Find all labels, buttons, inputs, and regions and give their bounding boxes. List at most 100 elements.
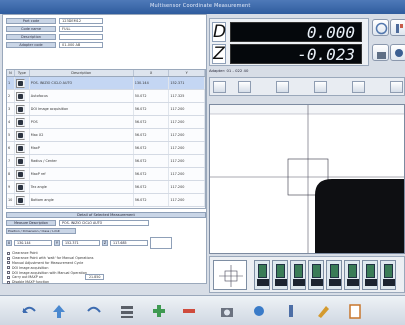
fit-icon[interactable] xyxy=(238,81,251,93)
toolchange-icon[interactable] xyxy=(390,44,405,61)
light-icon[interactable] xyxy=(250,302,268,320)
undo-icon[interactable] xyxy=(20,302,38,320)
table-row[interactable]: 7 Radius / Center 56.072 117.200 xyxy=(7,155,205,168)
row-number: 10 xyxy=(7,194,15,206)
maxp-value-field[interactable]: 21.850 xyxy=(84,274,105,281)
row-type xyxy=(15,116,30,128)
arrow-up-icon[interactable] xyxy=(50,302,68,320)
left-panel: Part code 123DEM12 Code name FULL Descript… xyxy=(2,14,207,284)
tool-thumbnail[interactable] xyxy=(380,260,396,290)
measure-icon[interactable] xyxy=(314,81,327,93)
clock-icon[interactable] xyxy=(372,19,389,36)
row-number: 4 xyxy=(7,116,15,128)
measurement-type-icon xyxy=(15,157,25,166)
measurement-type-icon xyxy=(15,131,25,140)
lock-icon[interactable] xyxy=(372,44,389,61)
row-description: MaxP ref xyxy=(30,168,134,180)
title-bar: Multisensor Coordinate Measurement xyxy=(0,0,405,14)
measurement-type-icon xyxy=(15,144,25,153)
zoom-icon[interactable] xyxy=(213,81,226,93)
tool-thumbnail[interactable] xyxy=(308,260,324,290)
crosshair-preview[interactable] xyxy=(213,260,247,290)
row-y: 117.200 xyxy=(169,103,205,115)
probe-tool-icon[interactable] xyxy=(282,302,300,320)
z-field[interactable]: 117.685 xyxy=(110,240,148,246)
measurement-type-icon xyxy=(15,183,25,192)
y-field[interactable]: 152.371 xyxy=(62,240,100,246)
field-part-code: Part code 123DEM12 xyxy=(6,18,103,24)
checkbox-icon xyxy=(7,261,10,265)
row-y: 152.371 xyxy=(169,77,205,89)
tool-thumbnail[interactable] xyxy=(290,260,306,290)
viewer-canvas xyxy=(210,105,404,253)
row-description: MaxP xyxy=(30,142,134,154)
field-adapter-code: Adapter code 01-000 AB xyxy=(6,42,103,48)
row-y: 117.200 xyxy=(169,194,205,206)
edit-icon[interactable] xyxy=(314,302,332,320)
row-number: 2 xyxy=(7,90,15,102)
position-tab[interactable]: Position / Dimension / Class / Limit xyxy=(6,228,76,234)
row-number: 8 xyxy=(7,168,15,180)
tool-thumbnail[interactable] xyxy=(344,260,360,290)
bottom-toolbar xyxy=(0,295,405,325)
tool-thumbnail[interactable] xyxy=(272,260,288,290)
measure-description-field[interactable]: POS. INIZIO CICLO AUTO xyxy=(59,220,149,226)
row-type xyxy=(15,155,30,167)
row-y: 117.200 xyxy=(169,181,205,193)
tool-thumbnail[interactable] xyxy=(326,260,342,290)
row-description: Max X2 xyxy=(30,129,134,141)
table-row[interactable]: 3 DOI Image acquisition 56.072 117.200 xyxy=(7,103,205,116)
row-y: 117.200 xyxy=(169,155,205,167)
camera-viewer[interactable] xyxy=(209,104,405,254)
row-x: 56.072 xyxy=(134,168,170,180)
table-row[interactable]: 10 Bottom angle 56.072 117.200 xyxy=(7,194,205,207)
row-type xyxy=(15,142,30,154)
measurement-type-icon xyxy=(15,170,25,179)
table-row[interactable]: 4 POS 56.072 117.200 xyxy=(7,116,205,129)
option-checkboxes: Clearance Point Clearance Point with 'wa… xyxy=(7,251,105,285)
tool-thumbnail[interactable] xyxy=(362,260,378,290)
readout-z: -0.023 xyxy=(230,44,362,64)
grid-icon[interactable] xyxy=(276,81,289,93)
row-description: Radius / Center xyxy=(30,155,134,167)
table-row[interactable]: 1 POS. INIZIO CICLO AUTO 130.144 152.371 xyxy=(7,77,205,90)
row-x: 56.072 xyxy=(134,181,170,193)
row-type xyxy=(15,194,30,206)
checkbox-icon xyxy=(7,275,10,279)
probe-icon[interactable] xyxy=(390,19,405,36)
row-x: 56.072 xyxy=(134,103,170,115)
row-type xyxy=(15,129,30,141)
row-type xyxy=(15,90,30,102)
measurement-type-icon xyxy=(15,118,25,127)
settings-icon[interactable] xyxy=(352,81,365,93)
table-row[interactable]: 6 MaxP 56.072 117.200 xyxy=(7,142,205,155)
row-y: 117.325 xyxy=(169,90,205,102)
table-row[interactable]: 2 Autofocus 50.072 117.325 xyxy=(7,90,205,103)
redo-icon[interactable] xyxy=(85,302,103,320)
export-icon[interactable] xyxy=(390,81,403,93)
tool-thumbnail[interactable] xyxy=(254,260,270,290)
option-checkbox[interactable]: Clearance Point with 'wait' for Manual O… xyxy=(7,256,104,261)
stack-icon[interactable] xyxy=(118,302,136,320)
checkbox-icon xyxy=(7,271,10,275)
table-row[interactable]: 9 Tex angle 56.072 117.200 xyxy=(7,181,205,194)
x-field[interactable]: 130.144 xyxy=(14,240,52,246)
add-icon[interactable] xyxy=(150,302,168,320)
remove-icon[interactable] xyxy=(180,302,198,320)
digital-readout-panel: D 0.000 Z -0.023 xyxy=(209,18,369,66)
table-row[interactable]: 5 Max X2 56.072 117.200 xyxy=(7,129,205,142)
field-description: Description xyxy=(6,34,103,40)
measure-description-row: Measure Description POS. INIZIO CICLO AU… xyxy=(6,220,149,226)
camera-icon[interactable] xyxy=(218,302,236,320)
row-type xyxy=(15,77,30,89)
table-row[interactable]: 8 MaxP ref 56.072 117.200 xyxy=(7,168,205,181)
option-checkbox[interactable]: Disable MAXP function xyxy=(7,280,104,285)
row-description: POS xyxy=(30,116,134,128)
checkbox-icon xyxy=(7,251,10,255)
window-title: Multisensor Coordinate Measurement xyxy=(150,3,251,9)
row-x: 56.072 xyxy=(134,129,170,141)
extra-box xyxy=(150,237,172,249)
row-number: 7 xyxy=(7,155,15,167)
report-icon[interactable] xyxy=(346,302,364,320)
adapter-label: Adapter: 01 - 022 40 xyxy=(209,68,249,73)
